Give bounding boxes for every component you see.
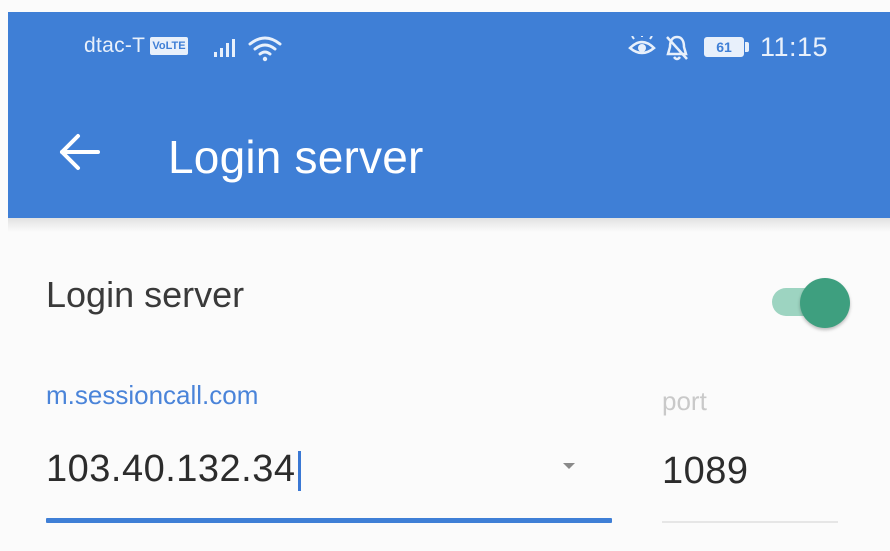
caret-down-icon [563, 463, 575, 469]
screen: dtac-T VoLTE 61 11:15 Login server Login… [0, 0, 890, 551]
host-field-label: m.sessioncall.com [46, 380, 259, 410]
port-input[interactable]: 1089 [662, 446, 838, 516]
host-input-value-wrap: 103.40.132.34 [46, 448, 301, 491]
eye-comfort-icon [628, 34, 656, 63]
port-input-underline [662, 521, 838, 523]
carrier-name: dtac-T [84, 34, 146, 57]
arrow-left-icon [60, 134, 100, 170]
back-button[interactable] [52, 124, 108, 180]
port-input-value: 1089 [662, 450, 749, 492]
login-server-toggle[interactable] [772, 278, 850, 328]
status-bar: dtac-T VoLTE 61 11:15 [8, 12, 890, 76]
host-input-underline [46, 518, 612, 523]
toggle-thumb [800, 278, 850, 328]
battery-tip [745, 42, 749, 52]
login-server-label: Login server [46, 274, 245, 315]
battery-icon: 61 [704, 37, 744, 57]
host-dropdown-button[interactable] [554, 454, 584, 478]
text-cursor [297, 450, 301, 491]
wifi-icon [248, 34, 282, 67]
volte-badge: VoLTE [150, 37, 188, 55]
status-time: 11:15 [760, 32, 829, 62]
signal-strength-icon [212, 38, 238, 63]
port-field-label: port [662, 386, 707, 416]
bell-muted-icon [664, 34, 690, 67]
header-shadow [8, 218, 890, 232]
host-input[interactable]: 103.40.132.34 [46, 440, 612, 524]
page-title: Login server [168, 131, 424, 183]
app-header: dtac-T VoLTE 61 11:15 Login server [8, 12, 890, 218]
host-input-value: 103.40.132.34 [46, 448, 296, 490]
